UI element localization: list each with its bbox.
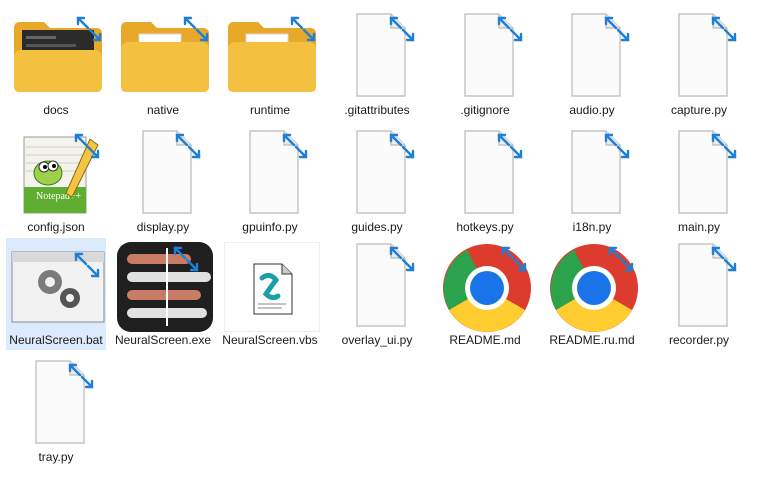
file-item[interactable]: audio.py (542, 8, 642, 120)
file-icon (331, 12, 427, 102)
file-name-label: runtime (249, 103, 290, 117)
file-name-label: guides.py (351, 220, 403, 234)
file-icon (653, 242, 749, 332)
chrome-icon (439, 242, 535, 332)
file-item[interactable]: Notepad++ config.json (6, 125, 106, 237)
file-name-label: tray.py (38, 450, 74, 464)
file-name-label: docs (43, 103, 69, 117)
file-icon (546, 12, 642, 102)
file-icon (439, 12, 535, 102)
file-icon (117, 129, 213, 219)
file-name-label: hotkeys.py (456, 220, 514, 234)
file-name-label: main.py (677, 220, 721, 234)
file-item[interactable]: guides.py (327, 125, 427, 237)
file-item[interactable]: tray.py (6, 355, 106, 467)
file-item[interactable]: hotkeys.py (435, 125, 535, 237)
file-name-label: display.py (136, 220, 190, 234)
file-item[interactable]: gpuinfo.py (220, 125, 320, 237)
file-icon (331, 129, 427, 219)
file-name-label: README.md (449, 333, 521, 347)
file-icon (653, 129, 749, 219)
script-file-icon (224, 242, 320, 332)
file-name-label: gpuinfo.py (242, 220, 298, 234)
file-item[interactable]: capture.py (649, 8, 749, 120)
folder-icon (224, 12, 320, 102)
file-name-label: native (146, 103, 180, 117)
file-icon (331, 242, 427, 332)
file-name-label: config.json (27, 220, 85, 234)
file-item[interactable]: README.ru.md (542, 238, 642, 350)
file-item[interactable]: overlay_ui.py (327, 238, 427, 350)
file-name-label: i18n.py (572, 220, 612, 234)
file-item[interactable]: NeuralScreen.vbs (220, 238, 320, 350)
folder-icon (117, 12, 213, 102)
application-icon (117, 242, 213, 332)
file-name-label: overlay_ui.py (341, 333, 413, 347)
file-item[interactable]: NeuralScreen.exe (113, 238, 213, 350)
file-name-label: audio.py (569, 103, 615, 117)
file-item[interactable]: main.py (649, 125, 749, 237)
file-item[interactable]: native (113, 8, 213, 120)
file-icon (10, 359, 106, 449)
file-item[interactable]: NeuralScreen.bat (6, 238, 106, 350)
file-item[interactable]: i18n.py (542, 125, 642, 237)
file-name-label: NeuralScreen.vbs (222, 333, 318, 347)
file-name-label: capture.py (670, 103, 728, 117)
file-item[interactable]: README.md (435, 238, 535, 350)
folder-icon (10, 12, 106, 102)
notepad-icon: Notepad++ (10, 129, 106, 219)
chrome-icon (546, 242, 642, 332)
file-name-label: recorder.py (668, 333, 730, 347)
file-item[interactable]: display.py (113, 125, 213, 237)
file-item[interactable]: .gitattributes (327, 8, 427, 120)
file-icon (224, 129, 320, 219)
file-name-label: NeuralScreen.exe (114, 333, 212, 347)
file-icon (439, 129, 535, 219)
file-icon (653, 12, 749, 102)
file-name-label: .gitattributes (344, 103, 410, 117)
file-item[interactable]: recorder.py (649, 238, 749, 350)
file-grid: docs native runtime .gitattributes .giti… (0, 0, 768, 494)
file-name-label: NeuralScreen.bat (9, 333, 103, 347)
file-name-label: .gitignore (460, 103, 510, 117)
batch-file-icon (10, 242, 106, 332)
file-item[interactable]: .gitignore (435, 8, 535, 120)
file-icon (546, 129, 642, 219)
file-item[interactable]: docs (6, 8, 106, 120)
file-name-label: README.ru.md (549, 333, 635, 347)
file-item[interactable]: runtime (220, 8, 320, 120)
